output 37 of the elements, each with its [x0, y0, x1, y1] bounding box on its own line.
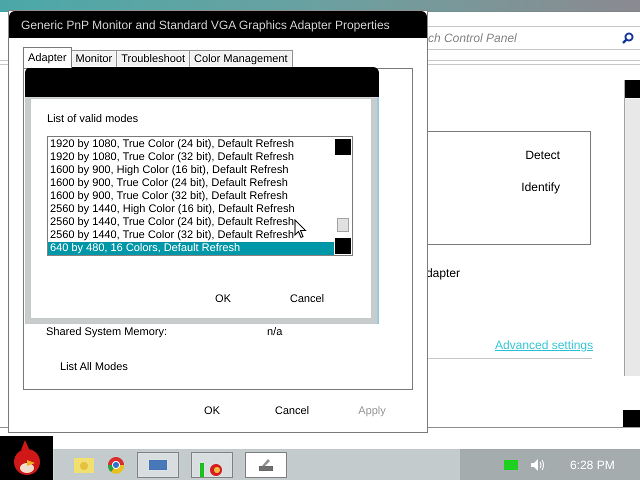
- mode-item[interactable]: 1600 by 900, High Color (16 bit), Default Refresh: [48, 164, 334, 176]
- scroll-thumb[interactable]: [625, 80, 640, 98]
- scroll-thumb[interactable]: [337, 218, 349, 232]
- memory-label: Shared System Memory:: [46, 325, 168, 340]
- detect-button[interactable]: Detect: [525, 146, 560, 164]
- search-icon[interactable]: [622, 32, 634, 44]
- mode-item[interactable]: 2560 by 1440, High Color (16 bit), Default Refresh: [48, 202, 334, 216]
- tab[interactable]: Color Management: [189, 50, 293, 68]
- mode-item[interactable]: 2560 by 1440, True Color (32 bit), Default Refresh: [48, 228, 334, 242]
- dialog-button[interactable]: OK: [179, 400, 245, 422]
- mode-item[interactable]: 1920 by 1080, True Color (24 bit), Default Refresh: [48, 138, 334, 150]
- tools-icon: [257, 456, 275, 472]
- memory-value: n/a: [267, 325, 282, 340]
- mode-item[interactable]: 1600 by 900, True Color (32 bit), Default Refresh: [48, 190, 334, 202]
- taskbar-app[interactable]: [191, 452, 233, 478]
- browser-icon[interactable]: [107, 456, 125, 474]
- tab[interactable]: Adapter: [23, 47, 72, 68]
- search-field[interactable]: ch Control Panel: [420, 29, 622, 47]
- window-title: Generic PnP Monitor and Standard VGA Graphics Adapter Properties: [21, 16, 390, 34]
- mode-item[interactable]: 1600 by 900, True Color (24 bit), Default Refresh: [48, 176, 334, 190]
- modes-list[interactable]: [47, 136, 353, 256]
- dialog-button[interactable]: OK: [199, 290, 247, 310]
- mouse-pointer-icon: [294, 219, 307, 239]
- list-heading: List of valid modes: [47, 112, 140, 127]
- mode-item[interactable]: 1920 by 1080, True Color (32 bit), Default Refresh: [48, 150, 334, 164]
- dialog-button[interactable]: Cancel: [259, 400, 325, 422]
- list-scrollbar[interactable]: [334, 138, 352, 254]
- scrollbar[interactable]: [624, 80, 640, 376]
- mode-item[interactable]: 2560 by 1440, True Color (24 bit), Default Refresh: [48, 216, 334, 228]
- tab[interactable]: Troubleshoot: [116, 50, 190, 68]
- keyboard-icon: [149, 460, 167, 470]
- taskbar-app[interactable]: [137, 452, 179, 478]
- start-button[interactable]: [0, 436, 53, 480]
- identify-button[interactable]: Identify: [521, 178, 560, 196]
- dialog-button[interactable]: Cancel: [283, 290, 331, 310]
- list-all-modes-button[interactable]: List All Modes: [54, 359, 134, 376]
- taskbar-app[interactable]: [245, 452, 287, 478]
